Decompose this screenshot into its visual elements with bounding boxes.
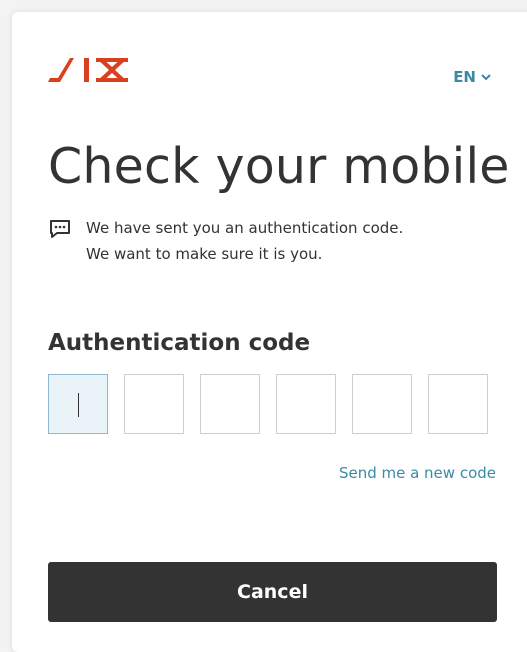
code-digit-3[interactable]	[200, 374, 260, 434]
message-line-2: We want to make sure it is you.	[86, 245, 323, 263]
code-digit-4[interactable]	[276, 374, 336, 434]
login-card: EN Check your mobile We have sent you an…	[12, 12, 527, 652]
page-title: Check your mobile	[48, 138, 510, 195]
six-logo	[48, 58, 128, 82]
auth-code-label: Authentication code	[48, 330, 311, 356]
sent-code-message: We have sent you an authentication code.…	[86, 215, 403, 267]
message-dots-icon	[50, 220, 70, 238]
code-digit-6[interactable]	[428, 374, 488, 434]
cancel-button[interactable]: Cancel	[48, 562, 497, 622]
code-digit-1[interactable]	[48, 374, 108, 434]
message-line-1: We have sent you an authentication code.	[86, 219, 404, 237]
resend-code-link[interactable]: Send me a new code	[339, 464, 496, 482]
text-caret	[78, 393, 79, 417]
code-digit-2[interactable]	[124, 374, 184, 434]
language-selector[interactable]: EN	[453, 68, 492, 86]
code-digit-5[interactable]	[352, 374, 412, 434]
chevron-down-icon	[481, 74, 491, 81]
auth-code-inputs	[48, 374, 488, 434]
language-label: EN	[453, 68, 476, 86]
